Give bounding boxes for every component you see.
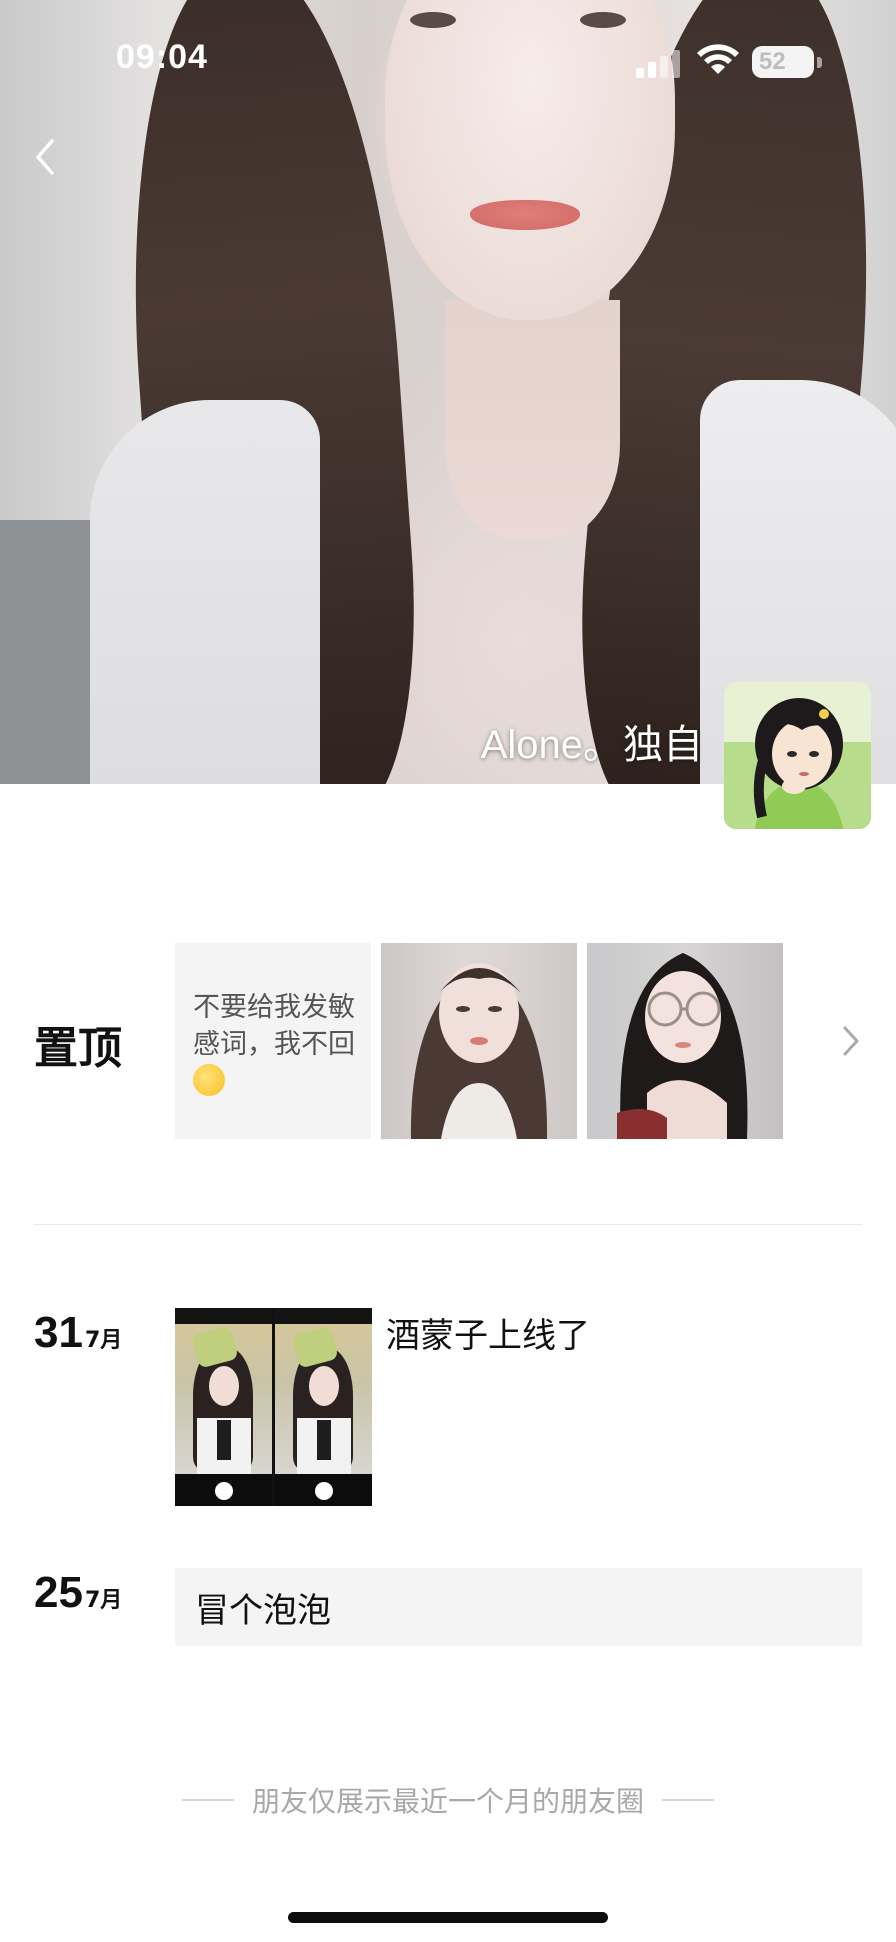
home-indicator[interactable] — [288, 1912, 608, 1923]
divider-line — [181, 1799, 234, 1801]
back-button[interactable] — [28, 135, 64, 179]
divider-line — [662, 1799, 714, 1801]
section-divider — [34, 1224, 862, 1225]
pinned-photo-post-1[interactable] — [381, 943, 577, 1139]
pinned-text-post[interactable]: 不要给我发敏感词，我不回 — [175, 943, 371, 1139]
post-text-card[interactable]: 冒个泡泡 — [175, 1568, 862, 1646]
post-date-month: 7月 — [84, 1328, 123, 1353]
post-date: 317月 — [34, 1308, 122, 1358]
cartoon-avatar-illustration — [724, 682, 871, 829]
post-text: 冒个泡泡 — [195, 1590, 331, 1631]
post-date: 257月 — [34, 1568, 122, 1618]
avatar[interactable] — [724, 682, 871, 829]
cover-neck — [445, 300, 620, 540]
post-date-month: 7月 — [84, 1588, 123, 1613]
visibility-note-text: 朋友仅展示最近一个月的朋友圈 — [251, 1785, 644, 1818]
cover-lips — [470, 200, 580, 230]
thinking-face-emoji-icon — [193, 1064, 225, 1096]
post-date-day: 25 — [34, 1568, 83, 1617]
pinned-text-post-content: 不要给我发敏感词，我不回 — [193, 992, 355, 1060]
cover-shirt-left — [90, 400, 320, 784]
profile-nickname: Alone。独自 — [480, 723, 703, 767]
post-thumbnail — [275, 1308, 372, 1506]
wifi-icon — [697, 44, 739, 74]
chevron-right-icon[interactable] — [840, 1024, 862, 1058]
post-image-thumbnails[interactable] — [175, 1308, 372, 1506]
post-date-day: 31 — [34, 1308, 83, 1357]
chevron-left-icon — [36, 139, 54, 175]
status-time: 09:04 — [116, 38, 208, 76]
battery-icon: 52 — [752, 46, 814, 78]
pinned-photo-2-image — [617, 953, 748, 1139]
pinned-photo-1-image — [410, 963, 548, 1139]
visibility-note: 朋友仅展示最近一个月的朋友圈 — [160, 1780, 736, 1820]
battery-level: 52 — [759, 48, 786, 75]
post-thumbnail — [175, 1308, 272, 1506]
cellular-signal-icon — [636, 48, 682, 78]
status-bar: 09:04 52 — [0, 0, 896, 120]
post-text[interactable]: 酒蒙子上线了 — [386, 1308, 590, 1357]
pinned-photo-post-2[interactable] — [587, 943, 783, 1139]
battery-tip — [817, 57, 822, 68]
pinned-label: 置顶 — [34, 1023, 122, 1074]
